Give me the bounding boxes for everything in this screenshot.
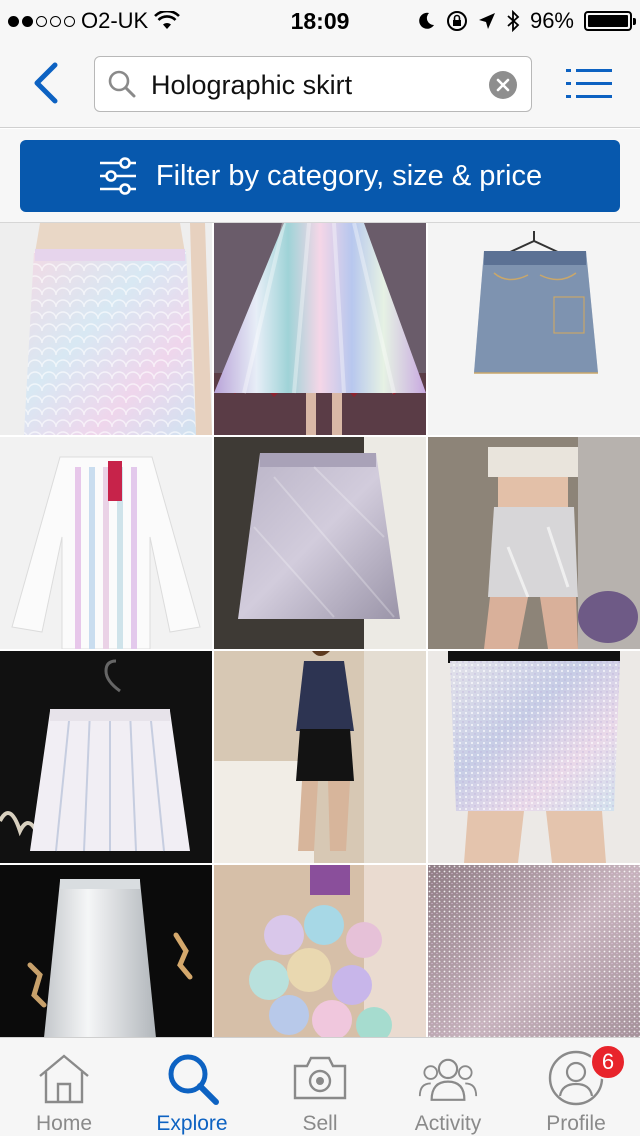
chevron-left-icon (34, 62, 58, 104)
tab-activity[interactable]: Activity (384, 1038, 512, 1136)
result-item[interactable] (428, 651, 640, 863)
location-arrow-icon (478, 13, 495, 29)
search-box[interactable] (94, 56, 532, 112)
result-item[interactable] (214, 865, 426, 1037)
filter-bar: Filter by category, size & price (0, 129, 640, 223)
battery-percent: 96% (529, 8, 574, 33)
result-item[interactable] (428, 865, 640, 1037)
product-photo (214, 223, 426, 435)
result-item[interactable] (0, 223, 212, 435)
back-button[interactable] (26, 58, 66, 108)
rotation-lock-icon (446, 11, 467, 31)
tab-bar: Home Explore Sell Activity Profile 6 (0, 1037, 640, 1136)
notification-badge: 6 (590, 1044, 626, 1080)
tab-activity-label: Activity (414, 1112, 482, 1135)
header (0, 40, 640, 128)
product-photo (214, 865, 426, 1037)
tab-sell[interactable]: Sell (256, 1038, 384, 1136)
search-icon (168, 1054, 219, 1105)
product-photo (428, 223, 640, 435)
result-item[interactable] (0, 651, 212, 863)
result-item[interactable] (214, 651, 426, 863)
result-item[interactable] (214, 437, 426, 649)
tab-profile-label: Profile (546, 1112, 606, 1135)
product-photo (0, 223, 212, 435)
product-photo (0, 437, 212, 649)
filter-label: Filter by category, size & price (155, 159, 543, 192)
results-grid (0, 223, 640, 1037)
search-icon (108, 70, 136, 98)
result-item[interactable] (428, 437, 640, 649)
product-photo (214, 437, 426, 649)
close-icon (496, 78, 510, 92)
list-icon (566, 69, 612, 98)
bluetooth-icon (507, 10, 520, 32)
status-bar: O2-UK 18:09 96% (0, 0, 640, 40)
search-input[interactable] (151, 65, 471, 105)
result-item[interactable] (0, 865, 212, 1037)
filter-button[interactable]: Filter by category, size & price (20, 140, 620, 212)
product-photo (428, 865, 640, 1037)
tab-profile[interactable]: Profile 6 (512, 1038, 640, 1136)
result-item[interactable] (214, 223, 426, 435)
product-photo (428, 651, 640, 863)
battery-icon (584, 11, 636, 31)
product-photo (428, 437, 640, 649)
product-photo (0, 865, 212, 1037)
result-item[interactable] (428, 223, 640, 435)
tab-home[interactable]: Home (0, 1038, 128, 1136)
list-view-button[interactable] (566, 66, 612, 102)
camera-icon (293, 1056, 347, 1100)
tab-home-label: Home (35, 1112, 93, 1135)
status-right: 96% (416, 8, 636, 34)
home-icon (39, 1054, 89, 1104)
product-photo (0, 651, 212, 863)
tab-explore[interactable]: Explore (128, 1038, 256, 1136)
tab-explore-label: Explore (156, 1112, 228, 1135)
tab-sell-label: Sell (302, 1112, 338, 1135)
people-icon (418, 1058, 478, 1101)
result-item[interactable] (0, 437, 212, 649)
product-photo (214, 651, 426, 863)
moon-icon (419, 12, 434, 29)
clear-search-button[interactable] (489, 71, 517, 99)
sliders-icon (99, 157, 136, 195)
